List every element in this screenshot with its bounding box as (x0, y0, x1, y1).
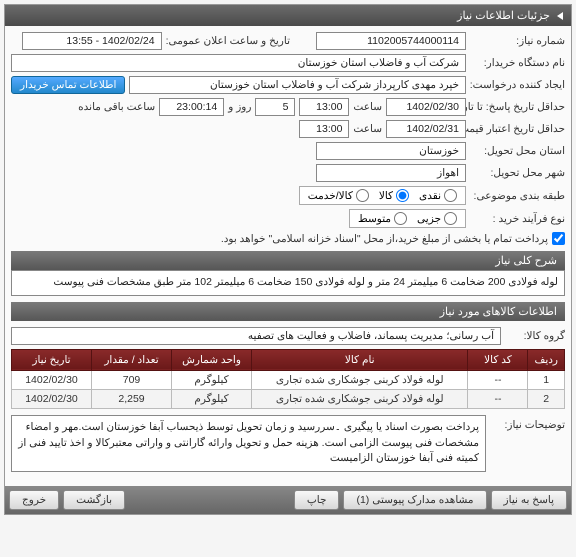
need-details-panel: جزئیات اطلاعات نیاز شماره نیاز: 11020057… (4, 4, 572, 515)
footer-bar: پاسخ به نیاز مشاهده مدارک پیوستی (1) چاپ… (5, 486, 571, 514)
table-cell: کیلوگرم (172, 370, 252, 389)
contact-buyer-button[interactable]: اطلاعات تماس خریدار (11, 76, 125, 94)
treasury-checkbox[interactable] (552, 232, 565, 245)
section-summary-title: شرح کلی نیاز (11, 251, 565, 270)
buyproc-option-minor[interactable]: جزیی (417, 212, 457, 225)
province-label: استان محل تحویل: (470, 145, 565, 157)
table-cell: کیلوگرم (172, 389, 252, 408)
days-value: 5 (255, 98, 295, 116)
deadline-label: حداقل تاریخ پاسخ: تا تاریخ: (470, 101, 565, 113)
notes-text: پرداخت بصورت اسناد یا پیگیری ۔سررسید و ز… (11, 415, 486, 472)
city-value: اهواز (316, 164, 466, 182)
collapse-icon[interactable] (557, 12, 563, 20)
payclass-option-cash[interactable]: نقدی (419, 189, 457, 202)
buyer-value: شرکت آب و فاضلاب استان خوزستان (11, 54, 466, 72)
radio-goods[interactable] (396, 189, 409, 202)
announce-label: تاریخ و ساعت اعلان عمومی: (166, 35, 290, 47)
payclass-option-goods-service[interactable]: کالا/خدمت (308, 189, 369, 202)
section-items-title: اطلاعات کالاهای مورد نیاز (11, 302, 565, 321)
buyer-label: نام دستگاه خریدار: (470, 57, 565, 69)
radio-goods-service[interactable] (356, 189, 369, 202)
announce-value: 1402/02/24 - 13:55 (22, 32, 162, 50)
creator-value: خپرد مهدی کارپرداز شرکت آب و فاضلاب استا… (129, 76, 466, 94)
table-cell: 2,259 (92, 389, 172, 408)
buyproc-option-medium[interactable]: متوسط (358, 212, 407, 225)
radio-medium[interactable] (394, 212, 407, 225)
table-row[interactable]: 1--لوله فولاد کربنی جوشکاری شده تجاریکیل… (12, 370, 565, 389)
validity-label: حداقل تاریخ اعتبار قیمت: تا تاریخ: (470, 123, 565, 135)
days-label: روز و (228, 101, 251, 113)
table-header-row: ردیف کد کالا نام کالا واحد شمارش تعداد /… (12, 349, 565, 370)
remain-label: ساعت باقی مانده (78, 101, 155, 113)
panel-title: جزئیات اطلاعات نیاز (457, 10, 550, 22)
need-no-label: شماره نیاز: (470, 35, 565, 47)
time-label-2: ساعت (353, 123, 382, 135)
exit-button[interactable]: خروج (9, 490, 59, 510)
table-cell: لوله فولاد کربنی جوشکاری شده تجاری (252, 370, 468, 389)
payclass-label: طبقه بندی موضوعی: (470, 190, 565, 202)
col-code: کد کالا (468, 349, 528, 370)
notes-label: توضیحات نیاز: (490, 415, 565, 431)
remain-value: 23:00:14 (159, 98, 224, 116)
col-row: ردیف (528, 349, 565, 370)
table-cell: -- (468, 370, 528, 389)
table-cell: 1402/02/30 (12, 389, 92, 408)
time-label-1: ساعت (353, 101, 382, 113)
province-value: خوزستان (316, 142, 466, 160)
panel-content: شماره نیاز: 1102005744000114 تاریخ و ساع… (5, 26, 571, 486)
col-qty: تعداد / مقدار (92, 349, 172, 370)
col-date: تاریخ نیاز (12, 349, 92, 370)
table-cell: 2 (528, 389, 565, 408)
print-button[interactable]: چاپ (294, 490, 340, 510)
city-label: شهر محل تحویل: (470, 167, 565, 179)
table-cell: 1402/02/30 (12, 370, 92, 389)
group-value: آب رسانی؛ مدیریت پسماند، فاضلاب و فعالیت… (11, 327, 501, 345)
radio-minor[interactable] (444, 212, 457, 225)
creator-label: ایجاد کننده درخواست: (470, 79, 565, 91)
payclass-group: نقدی کالا کالا/خدمت (299, 186, 466, 205)
table-cell: 709 (92, 370, 172, 389)
treasury-note: پرداخت تمام یا بخشی از مبلغ خرید،از محل … (221, 233, 548, 245)
validity-date: 1402/02/31 (386, 120, 466, 138)
need-no-value: 1102005744000114 (316, 32, 466, 50)
deadline-time: 13:00 (299, 98, 349, 116)
buyproc-label: نوع فرآیند خرید : (470, 213, 565, 225)
group-label: گروه کالا: (505, 330, 565, 342)
deadline-date: 1402/02/30 (386, 98, 466, 116)
summary-text: لوله فولادی 200 ضخامت 6 میلیمتر 24 متر و… (11, 270, 565, 296)
back-button[interactable]: بازگشت (63, 490, 125, 510)
col-name: نام کالا (252, 349, 468, 370)
table-body: 1--لوله فولاد کربنی جوشکاری شده تجاریکیل… (12, 370, 565, 408)
buyproc-group: جزیی متوسط (349, 209, 466, 228)
col-unit: واحد شمارش (172, 349, 252, 370)
radio-cash[interactable] (444, 189, 457, 202)
table-cell: 1 (528, 370, 565, 389)
panel-header: جزئیات اطلاعات نیاز (5, 5, 571, 26)
table-row[interactable]: 2--لوله فولاد کربنی جوشکاری شده تجاریکیل… (12, 389, 565, 408)
reply-button[interactable]: پاسخ به نیاز (491, 490, 567, 510)
table-cell: لوله فولاد کربنی جوشکاری شده تجاری (252, 389, 468, 408)
table-cell: -- (468, 389, 528, 408)
attachments-button[interactable]: مشاهده مدارک پیوستی (1) (343, 490, 486, 510)
validity-time: 13:00 (299, 120, 349, 138)
items-table: ردیف کد کالا نام کالا واحد شمارش تعداد /… (11, 349, 565, 409)
payclass-option-goods[interactable]: کالا (379, 189, 409, 202)
